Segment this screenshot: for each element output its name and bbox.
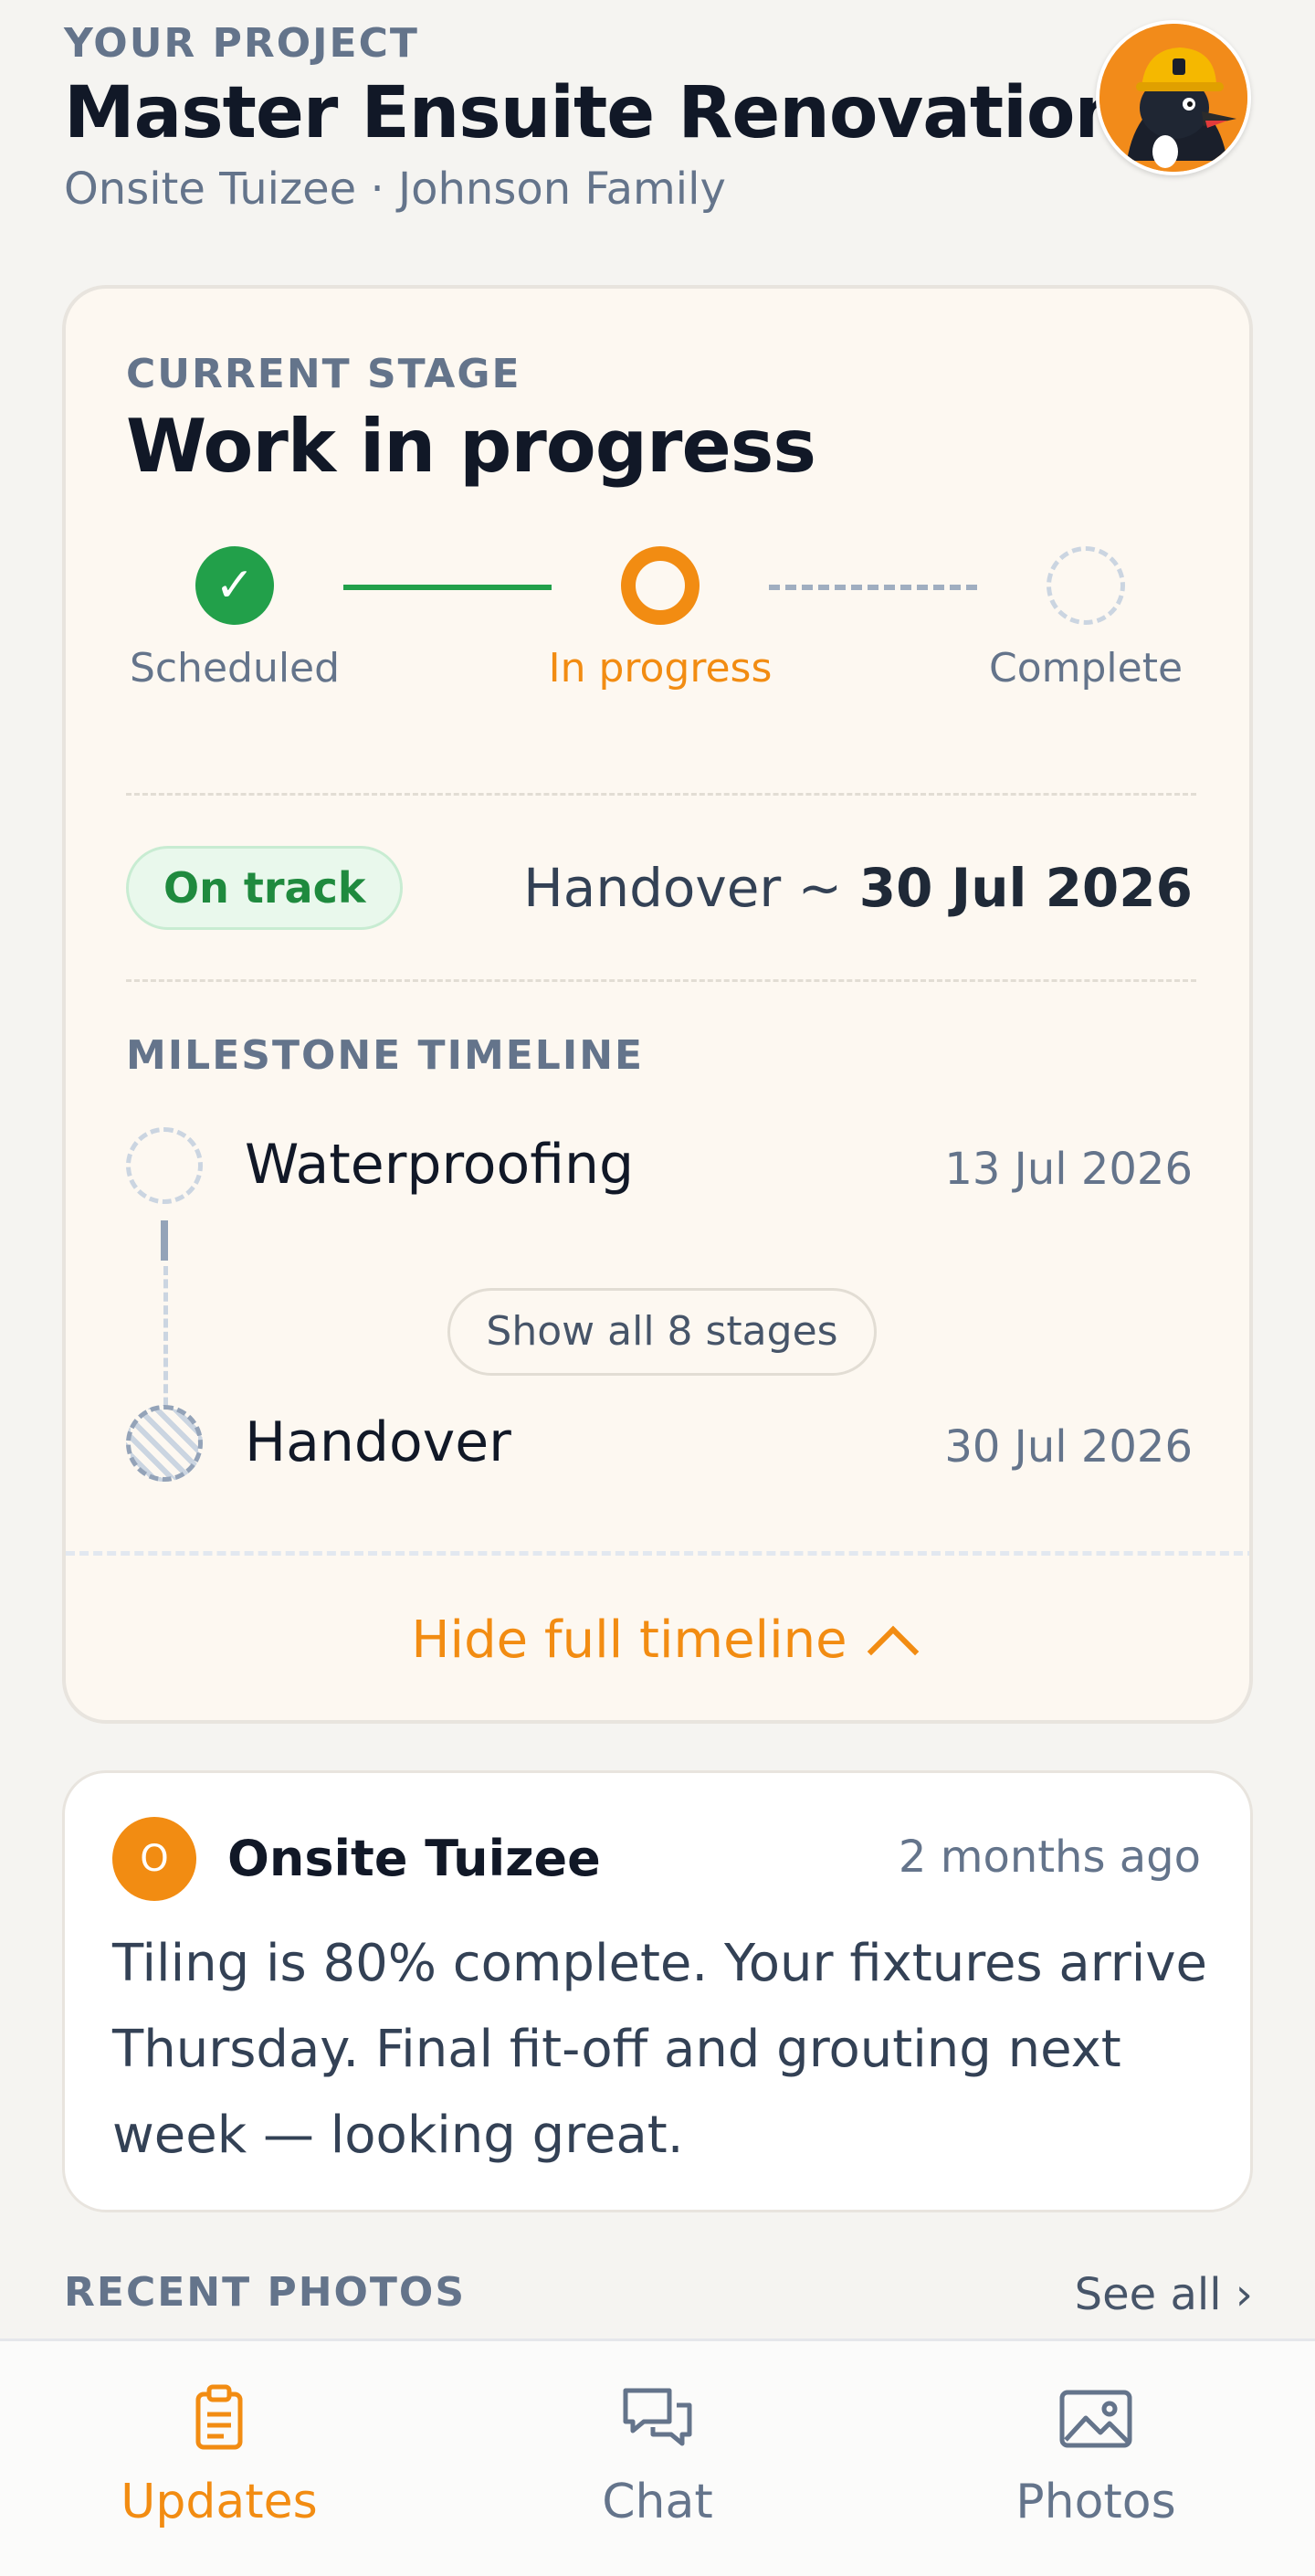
divider (126, 979, 1196, 982)
author-avatar: O (112, 1817, 196, 1901)
handover-prefix: Handover ~ (523, 857, 859, 919)
milestone-final-icon (126, 1405, 203, 1482)
progress-connector-done (343, 585, 552, 590)
timeline-line (161, 1220, 168, 1261)
nav-item-photos[interactable]: Photos (950, 2378, 1242, 2529)
current-stage-card: CURRENT STAGE Work in progress ✓ Schedul… (62, 285, 1253, 1724)
current-step-ring-icon (621, 546, 700, 625)
divider (66, 1551, 1249, 1556)
project-page: YOUR PROJECT Master Ensuite Renovation O… (0, 0, 1315, 2576)
progress-connector-pending (769, 585, 977, 590)
status-badge: On track (126, 846, 404, 930)
show-all-stages-button[interactable]: Show all 8 stages (447, 1288, 877, 1376)
nav-item-chat[interactable]: Chat (511, 2378, 804, 2529)
milestone-date: 30 Jul 2026 (944, 1421, 1193, 1473)
project-header: YOUR PROJECT Master Ensuite Renovation O… (64, 20, 1251, 215)
check-icon: ✓ (195, 546, 274, 625)
handover-estimate: Handover ~ 30 Jul 2026 (523, 857, 1193, 919)
image-icon (1055, 2378, 1137, 2460)
see-all-photos-link[interactable]: See all › (1075, 2269, 1253, 2320)
project-subtitle: Onsite Tuizee · Johnson Family (64, 164, 726, 215)
chevron-up-icon (867, 1625, 919, 1678)
step-label-in-progress: In progress (548, 645, 773, 692)
bird-avatar-icon[interactable] (1096, 20, 1251, 175)
clipboard-icon (178, 2378, 260, 2460)
divider (126, 793, 1196, 796)
pending-step-circle-icon (1047, 546, 1125, 625)
update-author: Onsite Tuizee (227, 1830, 601, 1887)
step-label-scheduled: Scheduled (129, 645, 341, 692)
stage-title: Work in progress (126, 404, 816, 489)
nav-label-photos: Photos (1015, 2475, 1176, 2529)
timeline-line-dashed (163, 1266, 168, 1420)
milestone-name: Handover (245, 1410, 511, 1474)
nav-item-updates[interactable]: Updates (73, 2378, 365, 2529)
recent-photos-label: RECENT PHOTOS (64, 2269, 467, 2316)
nav-label-chat: Chat (602, 2475, 713, 2529)
milestone-pending-icon (126, 1127, 203, 1204)
update-body: Tiling is 80% complete. Your fixtures ar… (112, 1934, 1207, 2165)
nav-label-updates: Updates (121, 2475, 318, 2529)
milestone-name: Waterproofing (245, 1133, 635, 1197)
hide-timeline-label: Hide full timeline (411, 1610, 847, 1670)
update-card[interactable]: O Onsite Tuizee 2 months ago Tiling is 8… (62, 1770, 1253, 2212)
update-time: 2 months ago (898, 1832, 1201, 1883)
step-label-complete: Complete (988, 645, 1184, 692)
bottom-nav: Updates Chat Photos (0, 2338, 1315, 2576)
milestone-date: 13 Jul 2026 (944, 1144, 1193, 1195)
project-title: Master Ensuite Renovation (64, 72, 1125, 154)
milestone-eyebrow: MILESTONE TIMELINE (126, 1032, 645, 1079)
handover-date: 30 Jul 2026 (858, 857, 1193, 919)
chat-bubbles-icon (616, 2378, 699, 2460)
stage-eyebrow: CURRENT STAGE (126, 351, 521, 397)
project-eyebrow: YOUR PROJECT (64, 20, 419, 67)
hide-timeline-button[interactable]: Hide full timeline (66, 1558, 1249, 1720)
